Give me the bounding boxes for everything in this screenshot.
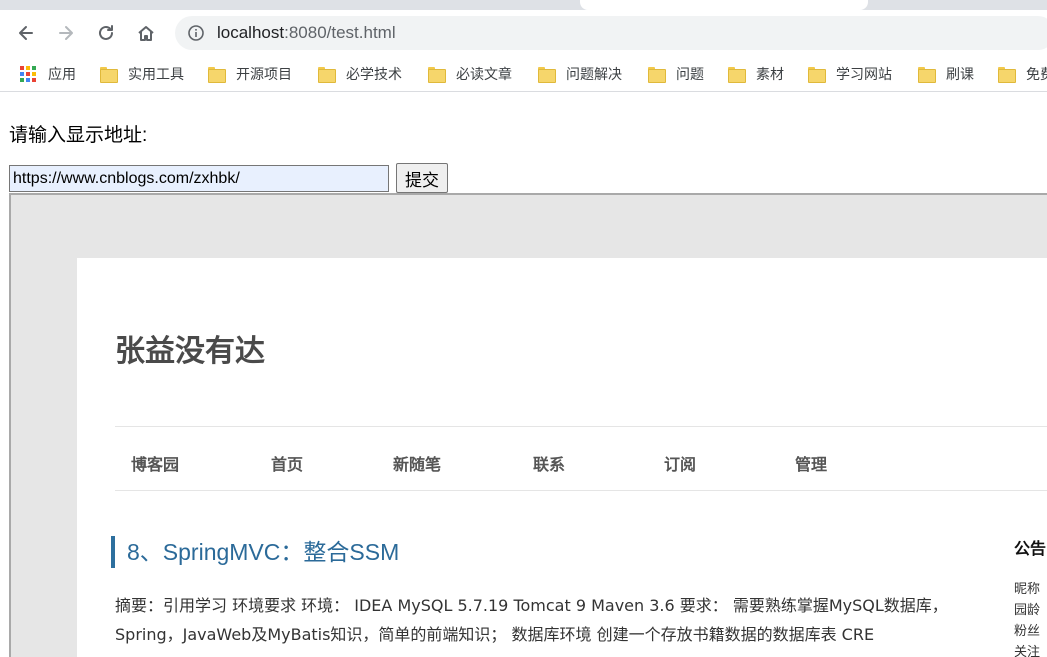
embedded-frame[interactable]: 张益没有达 博客园 首页 新随笔 联系 订阅 管理 8、SpringMVC：整合… — [9, 193, 1047, 657]
blog-navbar: 博客园 首页 新随笔 联系 订阅 管理 — [115, 426, 1047, 491]
bookmark-folder[interactable]: 实用工具 — [100, 64, 184, 84]
forward-arrow-icon — [59, 26, 73, 40]
bookmark-folder[interactable]: 学习网站 — [808, 64, 892, 84]
bookmark-folder[interactable]: 必读文章 — [428, 64, 512, 84]
bookmark-label: 应用 — [48, 67, 76, 83]
nav-item-home[interactable]: 首页 — [271, 451, 303, 475]
apps-grid-icon — [20, 66, 36, 82]
inactive-tab[interactable] — [0, 0, 580, 10]
sidebar-title: 公告 — [1014, 539, 1047, 558]
folder-icon — [208, 67, 226, 83]
post-title[interactable]: 8、SpringMVC：整合SSM — [111, 536, 399, 568]
nav-item-cnblogs[interactable]: 博客园 — [131, 451, 179, 475]
nav-item-new-post[interactable]: 新随笔 — [393, 451, 441, 475]
bookmark-label: 实用工具 — [128, 67, 184, 83]
folder-icon — [998, 67, 1016, 83]
folder-icon — [538, 67, 556, 83]
url-text: localhost:8080/test.html — [217, 23, 396, 43]
bookmark-label: 必学技术 — [346, 67, 402, 83]
bookmark-folder[interactable]: 素材 — [728, 64, 784, 84]
address-bar[interactable]: localhost:8080/test.html — [175, 16, 1047, 50]
folder-icon — [100, 67, 118, 83]
blog-title[interactable]: 张益没有达 — [115, 326, 265, 370]
nav-item-manage[interactable]: 管理 — [795, 451, 827, 475]
folder-icon — [728, 67, 746, 83]
folder-icon — [648, 67, 666, 83]
bookmark-folder[interactable]: 开源项目 — [208, 64, 292, 84]
address-prompt: 请输入显示地址: — [9, 125, 148, 146]
sidebar-nickname: 昵称 — [1014, 582, 1041, 597]
browser-toolbar: localhost:8080/test.html — [0, 10, 1047, 56]
bookmark-folder[interactable]: 必学技术 — [318, 64, 402, 84]
bookmark-label: 素材 — [756, 67, 784, 83]
reload-button[interactable] — [92, 19, 120, 47]
bookmark-folder[interactable]: 问题解决 — [538, 64, 622, 84]
folder-icon — [318, 67, 336, 83]
bookmark-label: 必读文章 — [456, 67, 512, 83]
nav-item-contact[interactable]: 联系 — [533, 451, 565, 475]
bookmark-label: 问题 — [676, 67, 704, 83]
info-icon[interactable] — [187, 24, 205, 42]
url-path: :8080/test.html — [284, 23, 396, 42]
blog-page: 张益没有达 博客园 首页 新随笔 联系 订阅 管理 8、SpringMVC：整合… — [77, 258, 1047, 657]
url-host: localhost — [217, 23, 285, 42]
sidebar-age: 园龄 — [1014, 603, 1041, 618]
bookmark-folder[interactable]: 问题 — [648, 64, 704, 84]
home-icon — [138, 26, 154, 41]
bookmark-label: 开源项目 — [236, 67, 292, 83]
bookmark-label: 学习网站 — [836, 67, 892, 83]
folder-icon — [808, 67, 826, 83]
back-button[interactable] — [12, 19, 40, 47]
post-summary: 摘要：引用学习 环境要求 环境： IDEA MySQL 5.7.19 Tomca… — [115, 596, 948, 644]
sidebar-followers: 粉丝 — [1014, 624, 1041, 639]
folder-icon — [428, 67, 446, 83]
bookmark-apps[interactable]: 应用 — [20, 64, 76, 84]
bookmark-label: 问题解决 — [566, 67, 622, 83]
bookmark-folder[interactable]: 刷课 — [918, 64, 974, 84]
bookmark-label: 免费 — [1026, 67, 1047, 83]
bookmark-folder[interactable]: 免费 — [998, 64, 1047, 84]
reload-icon — [99, 25, 113, 40]
folder-icon — [918, 67, 936, 83]
bookmark-label: 刷课 — [946, 67, 974, 83]
tab-strip — [0, 0, 1047, 10]
back-arrow-icon — [19, 26, 33, 40]
bookmarks-bar: 应用 实用工具 开源项目 必学技术 必读文章 问题解决 问题 素材 学习网站 刷… — [0, 56, 1047, 92]
address-input[interactable] — [9, 165, 389, 192]
active-tab[interactable] — [580, 0, 868, 10]
submit-button[interactable]: 提交 — [396, 163, 448, 193]
home-button[interactable] — [132, 19, 160, 47]
nav-item-subscribe[interactable]: 订阅 — [664, 451, 696, 475]
forward-button[interactable] — [52, 19, 80, 47]
sidebar-following[interactable]: 关注 — [1014, 641, 1040, 657]
